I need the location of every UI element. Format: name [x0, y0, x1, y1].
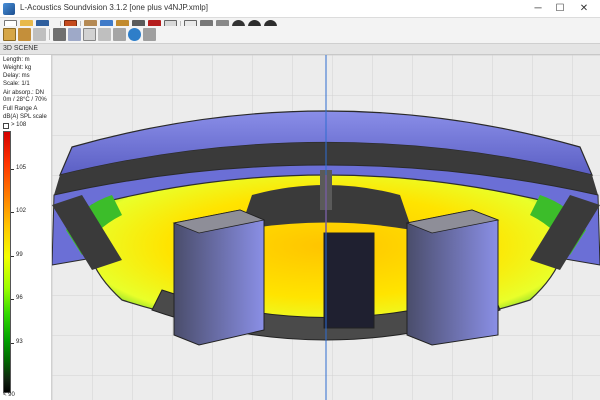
plane-view-icon[interactable]	[83, 28, 96, 41]
scale-tick-label: 96	[16, 295, 23, 301]
3d-scene-viewport[interactable]	[52, 55, 600, 400]
units-weight: Weight: kg	[3, 65, 32, 71]
window-title: L-Acoustics Soundvision 3.1.2 [one plus …	[20, 3, 208, 12]
over-range-label: > 108	[11, 122, 27, 128]
conditions: 0m / 28°C / 70%	[3, 97, 47, 103]
scale-tick-label: 93	[16, 339, 23, 345]
under-range-label: < 90	[3, 392, 15, 398]
spl-color-scale	[3, 131, 11, 393]
scale-tick-label: 102	[16, 208, 27, 214]
units-delay: Delay: ms	[3, 73, 30, 79]
maximize-button[interactable]: ☐	[550, 0, 570, 18]
mapping-mode: Full Range A	[3, 106, 38, 112]
view-mode-icon[interactable]	[3, 28, 16, 41]
panel-title: 3D SCENE	[3, 45, 39, 52]
panel-tab: 3D SCENE	[0, 44, 600, 55]
scale-tick-label: 99	[16, 252, 23, 258]
plane-view-icon[interactable]	[53, 28, 66, 41]
view-toolbar	[0, 26, 600, 44]
units-length: Length: m	[3, 57, 30, 63]
scale-title: dB(A) SPL scale	[3, 114, 47, 120]
scale-tick	[11, 299, 14, 300]
close-button[interactable]: ✕	[574, 0, 594, 18]
speaker-array-left	[173, 209, 265, 346]
orbit-icon[interactable]	[143, 28, 156, 41]
scale-tick	[11, 169, 14, 170]
info-icon[interactable]	[128, 28, 141, 41]
legend-panel: Length: m Weight: kg Delay: ms Scale: 1/…	[0, 55, 52, 400]
scale-tick-label: 105	[16, 165, 27, 171]
speaker-array-center	[323, 232, 375, 329]
view-mode-icon[interactable]	[18, 28, 31, 41]
minimize-button[interactable]: ─	[528, 0, 548, 18]
over-range-swatch	[3, 123, 9, 129]
speaker-array-right	[406, 209, 499, 346]
view-mode-icon[interactable]	[33, 28, 46, 41]
plane-view-icon[interactable]	[113, 28, 126, 41]
scale-tick	[11, 212, 14, 213]
plane-view-icon[interactable]	[68, 28, 81, 41]
air-absorption: Air absorp.: DN	[3, 90, 45, 96]
toolbar-separator	[49, 29, 50, 40]
app-logo-icon	[3, 3, 15, 15]
units-scale: Scale: 1/1	[3, 81, 30, 87]
arena-render	[52, 55, 600, 400]
title-bar: L-Acoustics Soundvision 3.1.2 [one plus …	[0, 0, 600, 18]
plane-view-icon[interactable]	[98, 28, 111, 41]
scale-tick	[11, 256, 14, 257]
scale-tick	[11, 343, 14, 344]
